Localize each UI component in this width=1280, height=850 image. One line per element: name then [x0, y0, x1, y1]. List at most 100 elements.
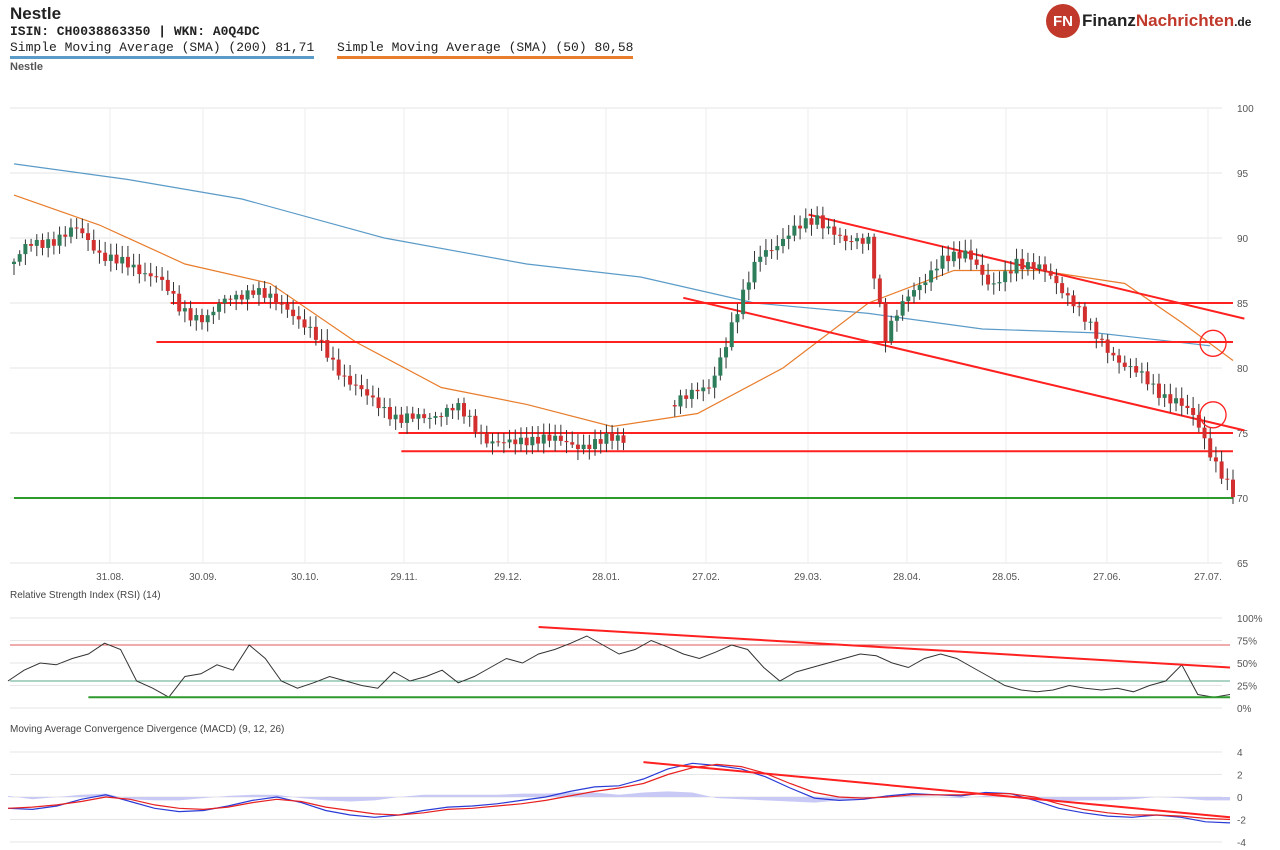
candle-body: [1191, 407, 1196, 415]
candle-body: [91, 240, 96, 251]
candle-body: [1105, 339, 1110, 353]
candle-body: [843, 235, 848, 242]
candle-body: [621, 435, 626, 443]
candle-body: [991, 283, 996, 285]
candle-body: [433, 416, 438, 418]
candle-body: [291, 309, 296, 317]
candle-body: [399, 414, 404, 423]
candle-body: [353, 384, 358, 386]
price-x-tick-label: 29.03.: [794, 572, 822, 583]
candle-body: [1213, 457, 1218, 462]
candle-body: [1065, 293, 1070, 296]
candle-body: [137, 264, 142, 275]
candle-body: [872, 236, 877, 279]
price-x-tick-label: 31.08.: [96, 572, 124, 583]
candle-body: [1139, 371, 1144, 373]
candle-body: [154, 276, 159, 278]
candle-body: [689, 389, 694, 399]
candle-body: [1225, 478, 1230, 480]
candle-body: [615, 435, 620, 441]
candle-body: [80, 228, 85, 234]
candle-body: [1003, 271, 1008, 283]
candle-body: [1231, 479, 1235, 498]
candle-body: [746, 282, 751, 290]
candle-body: [29, 243, 34, 246]
candle-body: [148, 273, 153, 277]
candle-body: [735, 314, 740, 323]
price-x-tick-label: 30.10.: [291, 572, 319, 583]
candle-body: [490, 441, 495, 444]
candle-body: [1168, 394, 1173, 404]
candle-body: [724, 347, 729, 358]
candle-body: [1094, 321, 1099, 339]
candle-body: [313, 326, 318, 340]
candle-body: [393, 414, 398, 420]
candle-body: [1099, 338, 1104, 340]
candle-body: [684, 395, 689, 399]
candle-body: [131, 264, 136, 268]
candle-body: [165, 279, 170, 291]
macd-tick-label: 4: [1237, 748, 1243, 759]
candle-body: [946, 255, 951, 262]
candle-body: [370, 395, 375, 398]
candle-body: [496, 441, 501, 443]
macd-tick-label: 2: [1237, 771, 1243, 782]
candle-body: [34, 239, 39, 246]
candle-body: [553, 435, 558, 441]
candle-body: [513, 439, 518, 445]
candle-body: [968, 250, 973, 260]
candle-body: [547, 434, 552, 441]
candle-body: [1054, 275, 1059, 284]
candle-body: [1037, 264, 1042, 269]
candle-body: [256, 288, 261, 295]
candle-body: [986, 274, 991, 285]
rsi-trendline: [538, 626, 1231, 669]
candle-body: [120, 256, 125, 264]
candle-body: [837, 234, 842, 236]
candle-body: [866, 236, 871, 244]
price-x-tick-label: 30.09.: [189, 572, 217, 583]
candle-body: [729, 322, 734, 348]
candle-body: [809, 218, 814, 225]
chart-canvas[interactable]: 6570758085909510031.08. 30.09. 30.10. 29.11…: [0, 0, 1280, 850]
candle-body: [376, 397, 381, 409]
candle-body: [530, 436, 535, 446]
candle-body: [17, 254, 22, 262]
candle-body: [182, 308, 187, 312]
candle-body: [1151, 383, 1156, 385]
macd-tick-label: 0: [1237, 793, 1243, 804]
candle-body: [103, 252, 108, 261]
candle-body: [348, 375, 353, 385]
price-x-tick-label: 27.02.: [692, 572, 720, 583]
candle-body: [188, 308, 193, 321]
candle-body: [1179, 398, 1184, 406]
candle-body: [1014, 258, 1019, 274]
candle-body: [336, 359, 341, 376]
candle-body: [1202, 427, 1207, 439]
candle-body: [1156, 383, 1161, 398]
candle-body: [917, 285, 922, 291]
candle-body: [1117, 355, 1122, 363]
candle-body: [228, 298, 233, 300]
candle-body: [820, 215, 825, 229]
candle-body: [575, 444, 580, 450]
candle-body: [365, 389, 370, 396]
candle-body: [518, 437, 523, 445]
candle-body: [473, 415, 478, 432]
candle-body: [678, 395, 683, 407]
price-x-tick-label: 27.06.: [1093, 572, 1121, 583]
price-y-tick-label: 70: [1237, 494, 1249, 505]
candle-body: [194, 315, 199, 321]
candle-body: [706, 387, 711, 389]
candle-body: [1082, 306, 1087, 322]
candle-body: [23, 243, 28, 255]
rsi-tick-label: 100%: [1237, 614, 1263, 625]
candle-body: [467, 415, 472, 417]
candle-body: [604, 433, 609, 444]
candle-body: [769, 250, 774, 252]
candle-body: [501, 442, 506, 444]
candle-body: [877, 278, 882, 303]
candle-body: [211, 311, 216, 316]
price-x-tick-label: 29.12.: [494, 572, 522, 583]
candle-body: [262, 288, 267, 298]
